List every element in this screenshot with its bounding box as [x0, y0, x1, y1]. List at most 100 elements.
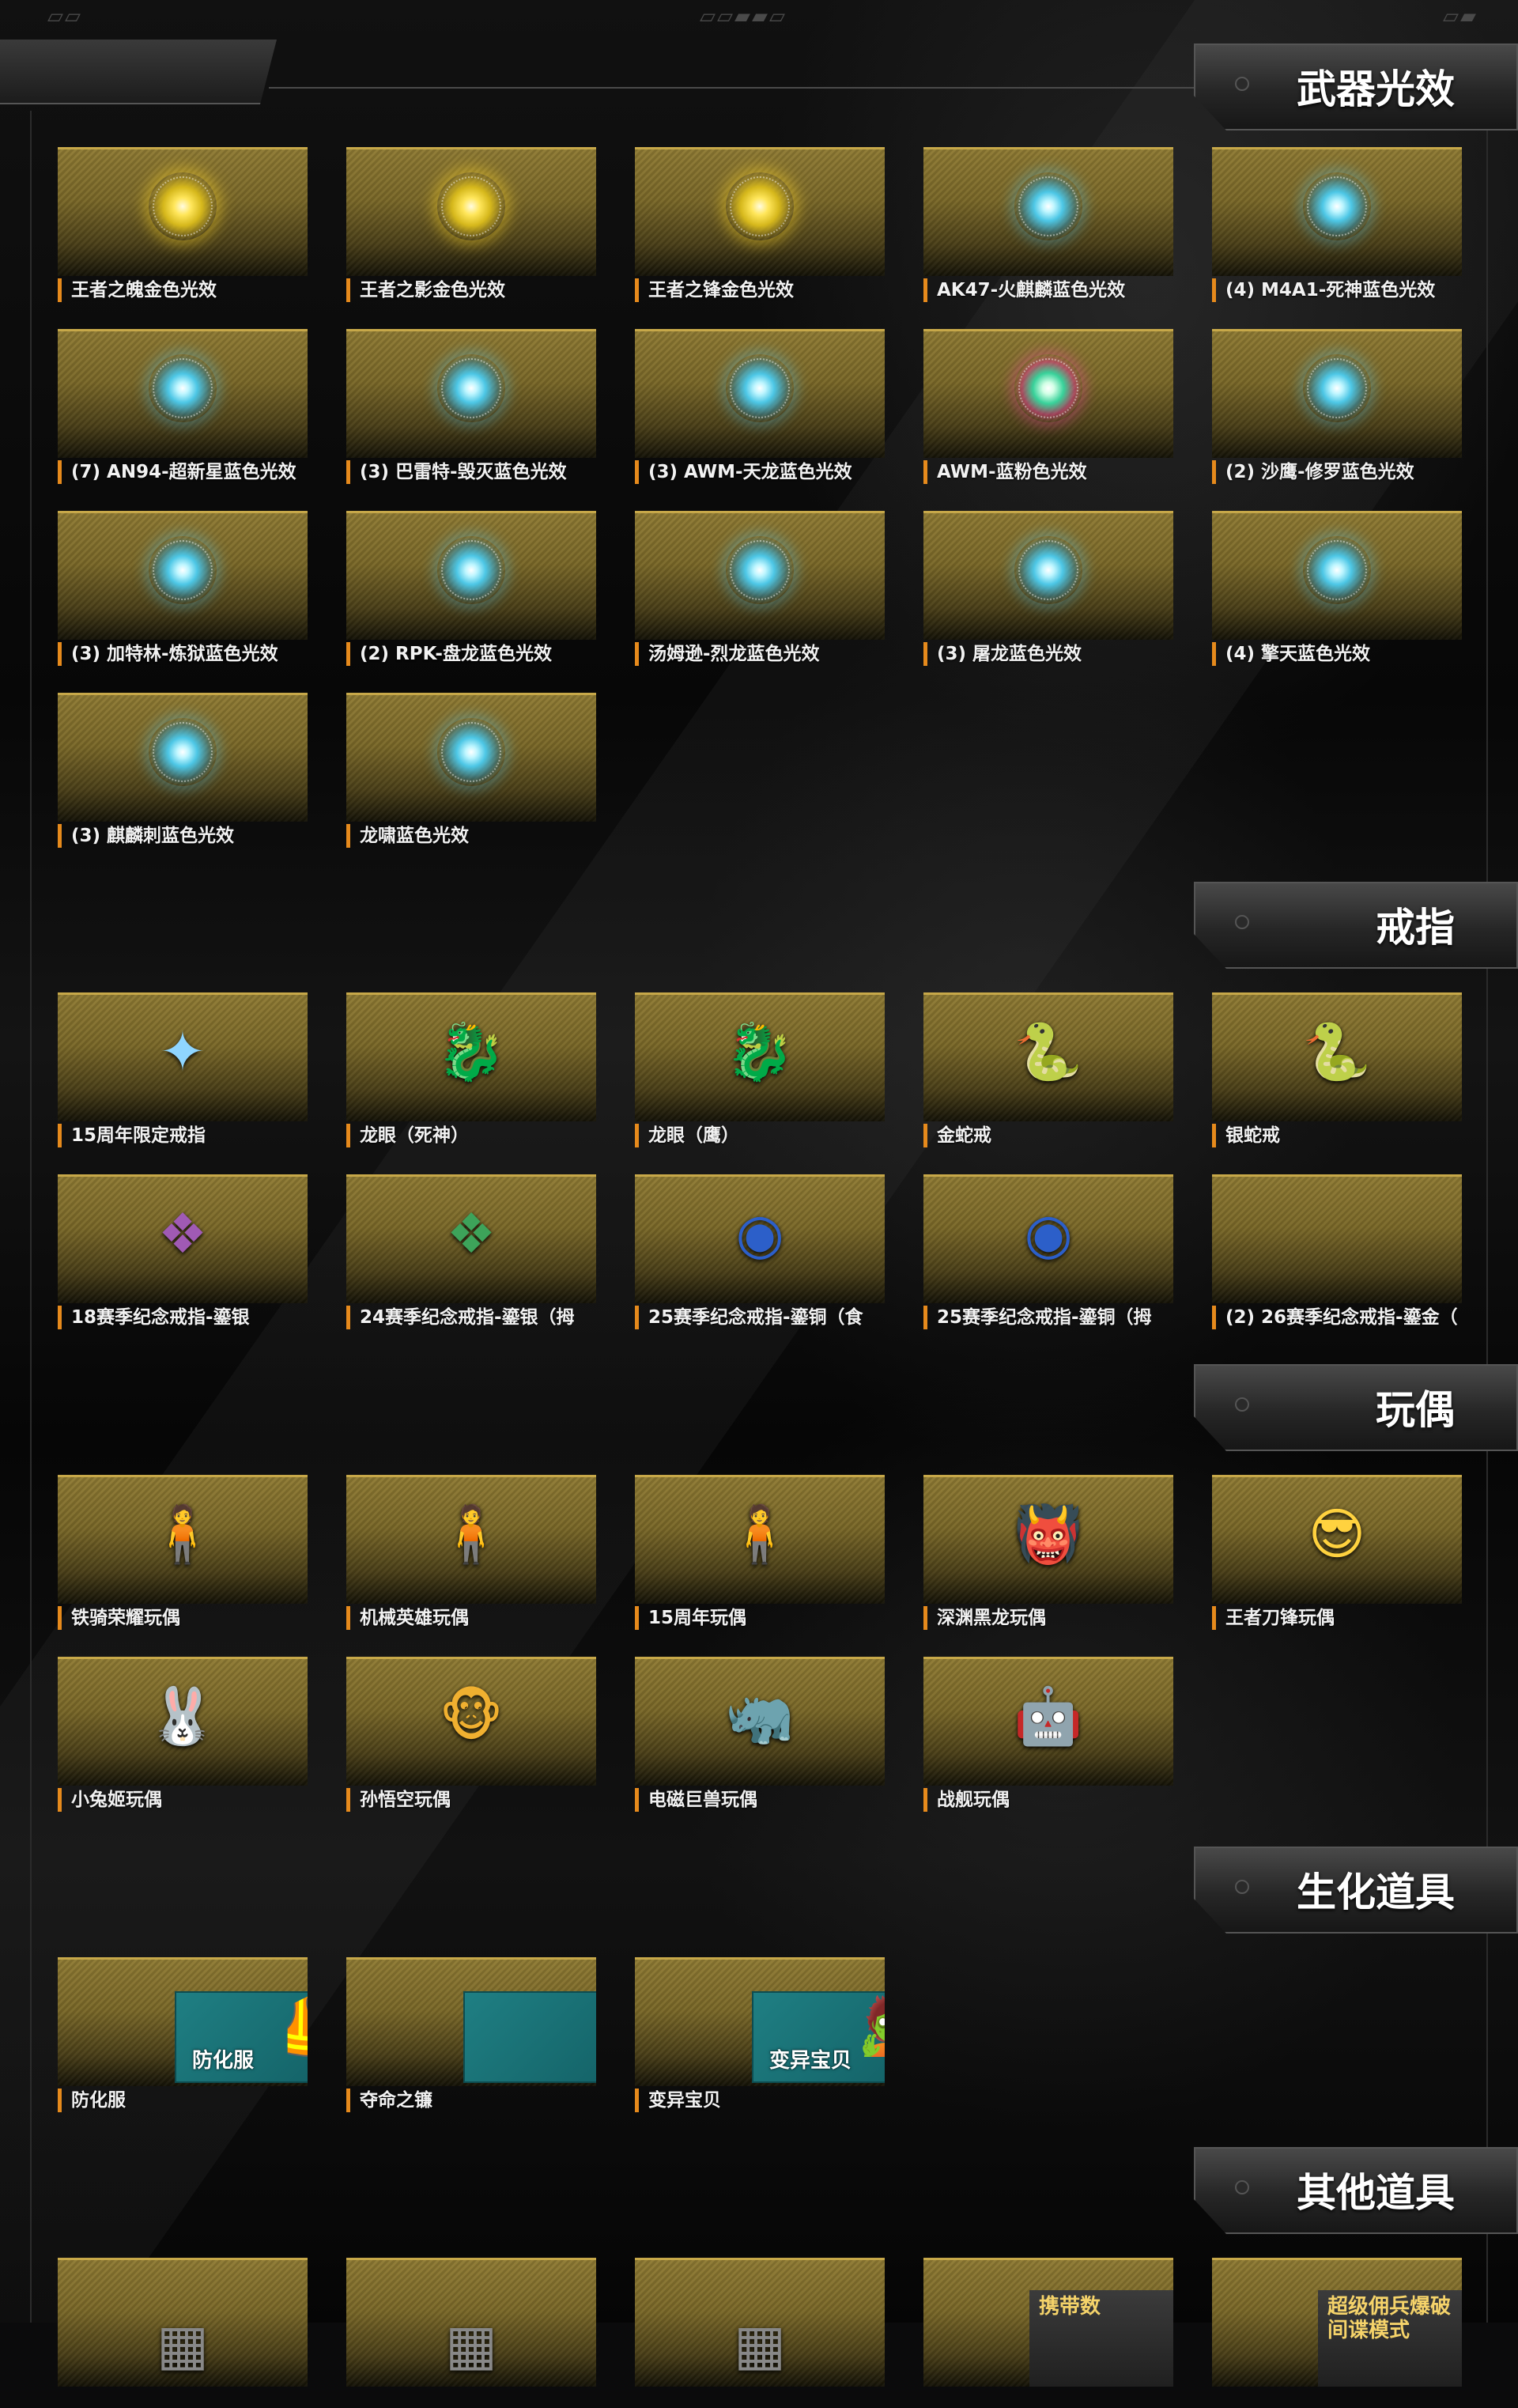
item-card[interactable]: 🐰 小兔姬玩偶 — [58, 1657, 308, 1807]
item-card[interactable]: (2) 沙鹰-修罗蓝色光效 — [1212, 329, 1462, 479]
promo-text: 超级佣兵爆破 间谍模式 — [1327, 2295, 1451, 2342]
item-image: 🐍 — [1212, 992, 1462, 1121]
item-image: 🧍 — [346, 1475, 596, 1604]
item-label: 变异宝贝 — [635, 2089, 909, 2112]
item-card[interactable]: ⸙ 夺命之镰 — [346, 1957, 596, 2107]
blue-glow-orb — [437, 718, 505, 786]
item-card[interactable]: 🧟 变异宝贝 变异宝贝 — [635, 1957, 885, 2107]
item-card[interactable]: ▦ — [58, 2258, 308, 2408]
item-card[interactable]: (3) 麒麟刺蓝色光效 — [58, 693, 308, 843]
item-card[interactable]: 携带数 — [923, 2258, 1173, 2408]
item-card[interactable]: ▦ — [635, 2258, 885, 2408]
blue-glow-orb — [1303, 536, 1371, 604]
promo-icon: 超级佣兵爆破 间谍模式 — [1318, 2290, 1462, 2387]
item-card[interactable]: (3) 巴雷特-毁灭蓝色光效 — [346, 329, 596, 479]
item-card[interactable]: 🦏 电磁巨兽玩偶 — [635, 1657, 885, 1807]
item-card[interactable]: 🐍 金蛇戒 — [923, 992, 1173, 1143]
item-card[interactable]: 王者之锋金色光效 — [635, 147, 885, 297]
item-card[interactable]: 超级佣兵爆破 间谍模式 — [1212, 2258, 1462, 2408]
item-card[interactable]: 🐉 龙眼（鹰） — [635, 992, 885, 1143]
item-card[interactable]: 王者之魄金色光效 — [58, 147, 308, 297]
doll-bunny-girl-icon: 🐰 — [148, 1688, 217, 1744]
item-image: ◉ — [923, 1174, 1173, 1303]
item-image: 🦏 — [635, 1657, 885, 1786]
bolt-icon — [1235, 2180, 1249, 2194]
item-label: (2) 26赛季纪念戒指-鎏金（ — [1212, 1306, 1486, 1329]
item-card[interactable]: 🧍 机械英雄玩偶 — [346, 1475, 596, 1625]
bolt-icon — [1235, 1397, 1249, 1412]
blue-glow-orb — [437, 354, 505, 422]
item-card[interactable]: ❖ 18赛季纪念戒指-鎏银 — [58, 1174, 308, 1325]
item-icon-slot: ▦ — [430, 2276, 512, 2358]
blue-gem-ring-icon: ◉ — [735, 1206, 784, 1261]
doll-robot-beast-icon: 🦏 — [725, 1688, 794, 1744]
item-card[interactable]: 汤姆逊-烈龙蓝色光效 — [635, 511, 885, 661]
item-image: 🧍 — [635, 1475, 885, 1604]
item-icon-slot — [1296, 347, 1378, 429]
item-card[interactable]: ◉ 25赛季纪念戒指-鎏铜（拇 — [923, 1174, 1173, 1325]
item-icon-slot — [1007, 529, 1089, 611]
item-icon-slot: 🧍 — [430, 1493, 512, 1575]
top-center-mark: ▱▱▰▰▱ — [700, 5, 787, 28]
item-icon-slot — [430, 165, 512, 248]
item-card[interactable]: ◉ 25赛季纪念戒指-鎏铜（食 — [635, 1174, 885, 1325]
item-image — [923, 329, 1173, 458]
item-card[interactable]: (3) AWM-天龙蓝色光效 — [635, 329, 885, 479]
item-card[interactable]: (3) 屠龙蓝色光效 — [923, 511, 1173, 661]
item-card[interactable]: ❖ 24赛季纪念戒指-鎏银（拇 — [346, 1174, 596, 1325]
item-card[interactable]: 🦺 防化服 防化服 — [58, 1957, 308, 2107]
doll-mecha-hero-icon: 🧍 — [436, 1506, 505, 1562]
item-image: 😎 — [1212, 1475, 1462, 1604]
item-icon-slot: ◉ — [719, 1193, 801, 1275]
item-image: 🧟 变异宝贝 — [635, 1957, 885, 2086]
item-card[interactable]: 😎 王者刀锋玩偶 — [1212, 1475, 1462, 1625]
item-card[interactable]: 🧍 15周年玩偶 — [635, 1475, 885, 1625]
item-card[interactable]: ▦ — [346, 2258, 596, 2408]
item-card[interactable]: 🧍 铁骑荣耀玩偶 — [58, 1475, 308, 1625]
item-image — [58, 693, 308, 822]
blue-glow-orb — [726, 354, 794, 422]
item-card[interactable]: 👹 深渊黑龙玩偶 — [923, 1475, 1173, 1625]
item-card[interactable]: AK47-火麒麟蓝色光效 — [923, 147, 1173, 297]
item-card[interactable]: (4) 擎天蓝色光效 — [1212, 511, 1462, 661]
item-card[interactable]: 🤖 战舰玩偶 — [923, 1657, 1173, 1807]
bolt-icon — [1235, 915, 1249, 929]
gold-dragon-ring-icon: 🐉 — [436, 1024, 505, 1079]
item-image — [58, 329, 308, 458]
item-icon-slot — [1007, 165, 1089, 248]
item-label: 小兔姬玩偶 — [58, 1788, 332, 1812]
item-card[interactable]: (2) RPK-盘龙蓝色光效 — [346, 511, 596, 661]
item-label: 孙悟空玩偶 — [346, 1788, 621, 1812]
item-label: (4) M4A1-死神蓝色光效 — [1212, 278, 1486, 302]
banner-figure-icon: 🦺 — [279, 1998, 308, 2055]
doll-blonde-icon: 😎 — [1308, 1506, 1366, 1562]
item-icon-slot — [719, 347, 801, 429]
bolt-icon — [1235, 1880, 1249, 1894]
banner-text: 防化服 — [192, 2044, 254, 2073]
item-icon-slot — [1296, 1193, 1378, 1275]
item-card[interactable]: 🐉 龙眼（死神） — [346, 992, 596, 1143]
banner-text: 变异宝贝 — [769, 2044, 852, 2073]
gold-glow-orb — [726, 172, 794, 240]
item-label: 电磁巨兽玩偶 — [635, 1788, 909, 1812]
item-card[interactable]: 🐍 银蛇戒 — [1212, 992, 1462, 1143]
item-card[interactable]: (2) 26赛季纪念戒指-鎏金（ — [1212, 1174, 1462, 1325]
item-card[interactable]: 龙啸蓝色光效 — [346, 693, 596, 843]
doll-pink-girl-icon: 🧍 — [725, 1506, 794, 1562]
blue-glow-orb — [149, 536, 217, 604]
crystal-ring-icon: ✦ — [160, 1024, 206, 1079]
item-label: 24赛季纪念戒指-鎏银（拇 — [346, 1306, 621, 1329]
item-card[interactable]: (4) M4A1-死神蓝色光效 — [1212, 147, 1462, 297]
item-card[interactable]: 🐵 孙悟空玩偶 — [346, 1657, 596, 1807]
item-card[interactable]: (3) 加特林-炼狱蓝色光效 — [58, 511, 308, 661]
item-icon-slot: 😎 — [1296, 1493, 1378, 1575]
item-image — [58, 147, 308, 276]
item-card[interactable]: ✦ 15周年限定戒指 — [58, 992, 308, 1143]
item-card[interactable]: (7) AN94-超新星蓝色光效 — [58, 329, 308, 479]
item-label: 25赛季纪念戒指-鎏铜（拇 — [923, 1306, 1198, 1329]
item-card[interactable]: 王者之影金色光效 — [346, 147, 596, 297]
item-label: 龙啸蓝色光效 — [346, 824, 621, 848]
item-card[interactable]: AWM-蓝粉色光效 — [923, 329, 1173, 479]
item-label: 金蛇戒 — [923, 1124, 1198, 1147]
item-icon-slot — [430, 529, 512, 611]
